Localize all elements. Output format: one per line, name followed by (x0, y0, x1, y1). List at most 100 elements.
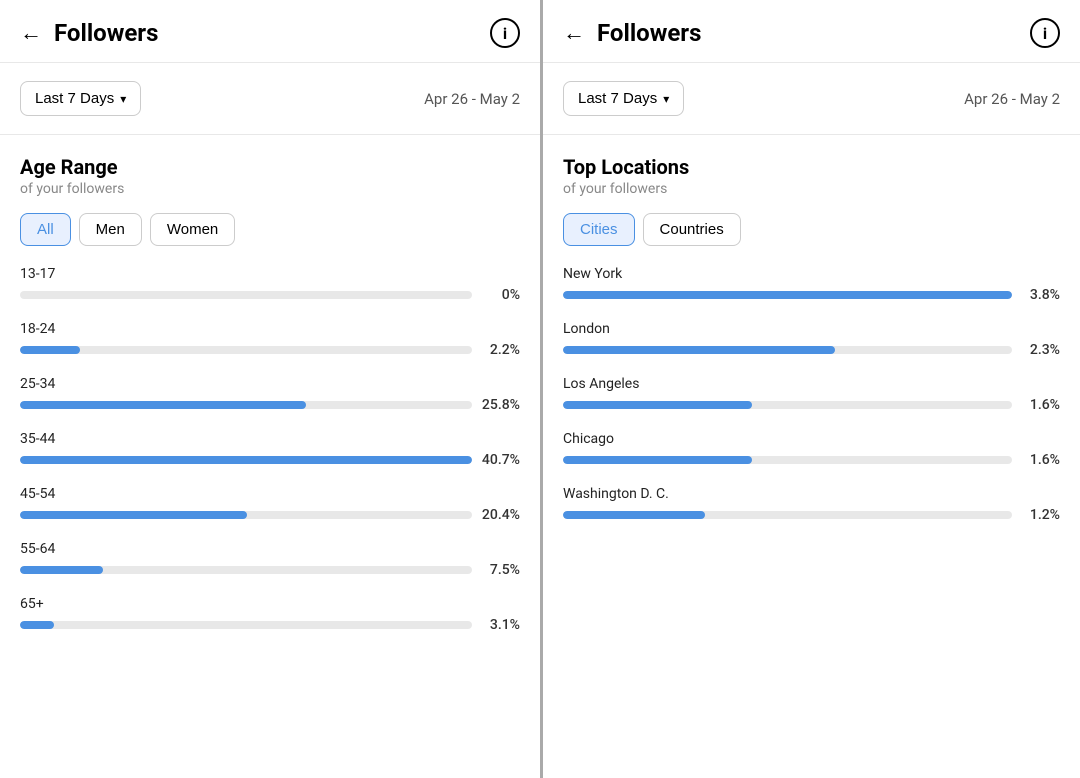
bar-item: 18-24 2.2% (20, 321, 520, 358)
bar-item: New York 3.8% (563, 266, 1060, 303)
right-date-range: Apr 26 - May 2 (964, 90, 1060, 108)
left-header: ← Followers i (0, 0, 540, 63)
right-page-title: Followers (597, 19, 1030, 47)
bar-value: 7.5% (482, 562, 520, 578)
bar-row: 1.2% (563, 507, 1060, 523)
right-tab-row: Cities Countries (563, 213, 1060, 246)
bar-track (563, 346, 1012, 354)
bar-row: 40.7% (20, 452, 520, 468)
bar-value: 25.8% (482, 397, 520, 413)
right-section-subtitle: of your followers (563, 181, 1060, 197)
right-bar-list: New York 3.8% London 2.3% Los Angeles 1.… (543, 266, 1080, 778)
bar-item: 55-64 7.5% (20, 541, 520, 578)
bar-fill (563, 456, 752, 464)
bar-track (20, 291, 472, 299)
bar-value: 0% (482, 287, 520, 303)
left-section-subtitle: of your followers (20, 181, 520, 197)
bar-fill (20, 566, 103, 574)
right-date-dropdown[interactable]: Last 7 Days ▾ (563, 81, 684, 116)
bar-value: 40.7% (482, 452, 520, 468)
bar-track (20, 621, 472, 629)
bar-label: 55-64 (20, 541, 520, 557)
bar-fill (20, 621, 54, 629)
bar-label: 35-44 (20, 431, 520, 447)
bar-value: 2.2% (482, 342, 520, 358)
bar-label: 25-34 (20, 376, 520, 392)
bar-label: 18-24 (20, 321, 520, 337)
bar-label: 13-17 (20, 266, 520, 282)
bar-item: 65+ 3.1% (20, 596, 520, 633)
bar-label: Chicago (563, 431, 1060, 447)
bar-value: 20.4% (482, 507, 520, 523)
left-back-button[interactable]: ← (20, 20, 42, 46)
right-info-icon[interactable]: i (1030, 18, 1060, 48)
tab-cities[interactable]: Cities (563, 213, 635, 246)
left-filter-row: Last 7 Days ▾ Apr 26 - May 2 (0, 63, 540, 135)
left-tab-row: All Men Women (20, 213, 520, 246)
bar-row: 0% (20, 287, 520, 303)
right-section-title: Top Locations (563, 155, 1060, 179)
bar-fill (563, 511, 705, 519)
bar-value: 2.3% (1022, 342, 1060, 358)
bar-row: 20.4% (20, 507, 520, 523)
bar-label: 65+ (20, 596, 520, 612)
bar-fill (563, 291, 1012, 299)
bar-label: London (563, 321, 1060, 337)
bar-row: 25.8% (20, 397, 520, 413)
right-panel: ← Followers i Last 7 Days ▾ Apr 26 - May… (540, 0, 1080, 778)
bar-item: Chicago 1.6% (563, 431, 1060, 468)
bar-item: 35-44 40.7% (20, 431, 520, 468)
tab-countries[interactable]: Countries (643, 213, 741, 246)
bar-item: 45-54 20.4% (20, 486, 520, 523)
bar-label: 45-54 (20, 486, 520, 502)
bar-fill (20, 511, 247, 519)
bar-value: 3.8% (1022, 287, 1060, 303)
bar-item: 25-34 25.8% (20, 376, 520, 413)
bar-row: 3.1% (20, 617, 520, 633)
right-header: ← Followers i (543, 0, 1080, 63)
bar-item: Washington D. C. 1.2% (563, 486, 1060, 523)
bar-track (20, 511, 472, 519)
right-dropdown-label: Last 7 Days (578, 90, 657, 107)
bar-label: New York (563, 266, 1060, 282)
bar-value: 3.1% (482, 617, 520, 633)
left-dropdown-label: Last 7 Days (35, 90, 114, 107)
left-section-title: Age Range (20, 155, 520, 179)
right-section-header: Top Locations of your followers Cities C… (543, 135, 1080, 266)
left-bar-list: 13-17 0% 18-24 2.2% 25-34 25.8% 35-44 (0, 266, 540, 778)
bar-track (563, 456, 1012, 464)
bar-value: 1.6% (1022, 397, 1060, 413)
left-panel: ← Followers i Last 7 Days ▾ Apr 26 - May… (0, 0, 540, 778)
bar-row: 1.6% (563, 452, 1060, 468)
bar-row: 2.3% (563, 342, 1060, 358)
tab-men[interactable]: Men (79, 213, 142, 246)
bar-fill (563, 401, 752, 409)
bar-item: London 2.3% (563, 321, 1060, 358)
left-chevron-icon: ▾ (120, 92, 126, 106)
bar-label: Washington D. C. (563, 486, 1060, 502)
bar-track (20, 566, 472, 574)
tab-all[interactable]: All (20, 213, 71, 246)
bar-fill (20, 401, 306, 409)
right-chevron-icon: ▾ (663, 92, 669, 106)
bar-track (563, 511, 1012, 519)
left-date-range: Apr 26 - May 2 (424, 90, 520, 108)
bar-track (20, 401, 472, 409)
left-section-header: Age Range of your followers All Men Wome… (0, 135, 540, 266)
tab-women[interactable]: Women (150, 213, 235, 246)
right-back-button[interactable]: ← (563, 20, 585, 46)
bar-row: 3.8% (563, 287, 1060, 303)
bar-value: 1.6% (1022, 452, 1060, 468)
left-info-icon[interactable]: i (490, 18, 520, 48)
bar-track (20, 346, 472, 354)
bar-item: 13-17 0% (20, 266, 520, 303)
bar-row: 2.2% (20, 342, 520, 358)
bar-item: Los Angeles 1.6% (563, 376, 1060, 413)
bar-row: 1.6% (563, 397, 1060, 413)
bar-fill (20, 346, 80, 354)
bar-label: Los Angeles (563, 376, 1060, 392)
right-filter-row: Last 7 Days ▾ Apr 26 - May 2 (543, 63, 1080, 135)
bar-fill (20, 456, 472, 464)
left-page-title: Followers (54, 19, 490, 47)
left-date-dropdown[interactable]: Last 7 Days ▾ (20, 81, 141, 116)
